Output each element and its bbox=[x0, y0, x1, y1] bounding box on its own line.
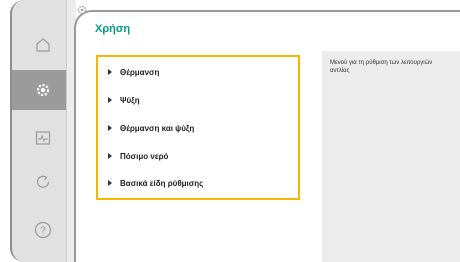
menu-item-heating[interactable]: Θέρμανση bbox=[108, 65, 159, 79]
home-icon bbox=[36, 38, 50, 52]
settings-menu: Θέρμανση Ψύξη Θέρμανση και ψύξη Πόσιμο ν… bbox=[96, 55, 300, 200]
menu-item-label: Βασικά είδη ρύθμισης bbox=[120, 178, 204, 188]
chevron-right-icon bbox=[108, 69, 112, 75]
help-button[interactable]: ? bbox=[12, 210, 74, 250]
chevron-right-icon bbox=[108, 125, 112, 131]
navigation-rail: ? bbox=[10, 0, 74, 262]
menu-item-drinking-water[interactable]: Πόσιμο νερό bbox=[108, 149, 168, 163]
menu-item-label: Πόσιμο νερό bbox=[120, 151, 169, 161]
home-button[interactable] bbox=[12, 25, 74, 65]
menu-item-heating-cooling[interactable]: Θέρμανση και ψύξη bbox=[108, 121, 194, 135]
page-title: Χρήση bbox=[95, 23, 131, 35]
settings-button[interactable] bbox=[12, 70, 74, 110]
menu-item-cooling[interactable]: Ψύξη bbox=[108, 93, 140, 107]
menu-item-basic-settings[interactable]: Βασικά είδη ρύθμισης bbox=[108, 176, 203, 190]
gear-icon bbox=[36, 83, 50, 97]
svg-text:?: ? bbox=[40, 226, 46, 237]
menu-item-label: Ψύξη bbox=[120, 95, 140, 105]
undo-button[interactable] bbox=[12, 162, 74, 202]
diagnostics-button[interactable] bbox=[12, 118, 74, 158]
menu-item-label: Θέρμανση bbox=[120, 67, 160, 77]
chevron-right-icon bbox=[108, 153, 112, 159]
chevron-right-icon bbox=[108, 180, 112, 186]
monitor-icon bbox=[35, 131, 51, 145]
gear-icon bbox=[77, 5, 87, 15]
help-panel bbox=[322, 51, 460, 262]
help-icon: ? bbox=[34, 221, 52, 239]
menu-item-label: Θέρμανση και ψύξη bbox=[120, 123, 195, 133]
help-text: Μενού για τη ρύθμιση των λειτουργιών αντ… bbox=[330, 60, 433, 74]
chevron-right-icon bbox=[108, 97, 112, 103]
undo-icon bbox=[36, 175, 50, 188]
